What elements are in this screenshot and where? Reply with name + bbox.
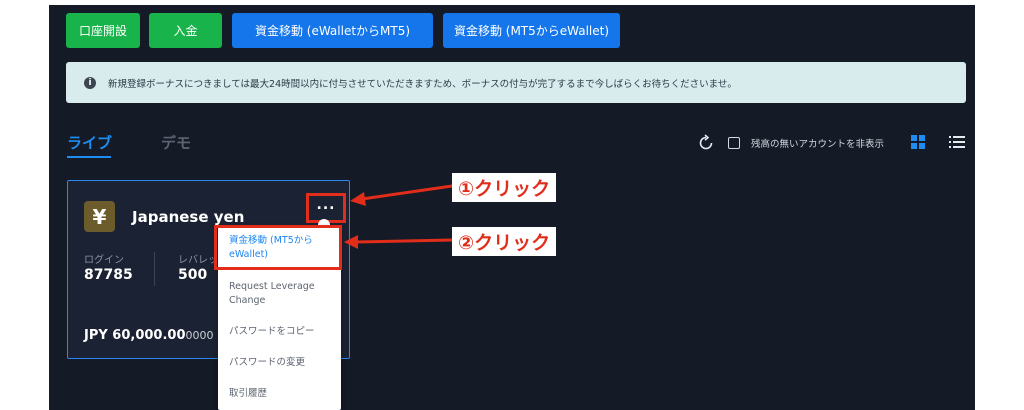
menu-item-transfer-to-ewallet[interactable]: 資金移動 (MT5から eWallet) (229, 234, 313, 262)
login-value: 87785 (84, 267, 133, 283)
transfer-to-ewallet-button[interactable]: 資金移動 (MT5からeWallet) (443, 13, 620, 48)
stat-divider (154, 252, 155, 286)
tab-live[interactable]: ライブ (67, 132, 112, 153)
refresh-icon[interactable] (697, 134, 715, 152)
step2-callout: ②クリック (452, 227, 557, 256)
account-balance: JPY 60,000.000000 (84, 328, 214, 343)
transfer-to-mt5-button[interactable]: 資金移動 (eWalletからMT5) (232, 13, 433, 48)
login-label: ログイン (84, 255, 124, 266)
hide-zero-balance-checkbox[interactable] (728, 137, 740, 149)
menu-item-request-leverage-change[interactable]: Request Leverage Change (229, 280, 315, 308)
account-currency-name: Japanese yen (132, 208, 245, 226)
open-account-button[interactable]: 口座開設 (66, 13, 140, 48)
notice-text: 新規登録ボーナスにつきましては最大24時間以内に付与させていただきますため、ボー… (108, 78, 737, 90)
deposit-button[interactable]: 入金 (149, 13, 222, 48)
step1-callout: ①クリック (452, 173, 557, 202)
yen-currency-icon: ¥ (84, 201, 115, 232)
menu-item-copy-password[interactable]: パスワードをコピー (229, 325, 315, 339)
bonus-notice: i 新規登録ボーナスにつきましては最大24時間以内に付与させていただきますため、… (66, 62, 966, 103)
list-view-icon[interactable] (949, 135, 965, 149)
grid-view-icon[interactable] (911, 135, 925, 149)
leverage-label: レバレッ (178, 255, 218, 266)
hide-zero-balance-label: 残高の無いアカウントを非表示 (751, 139, 885, 150)
account-options-menu: 資金移動 (MT5から eWallet) Request Leverage Ch… (218, 226, 341, 410)
tab-demo[interactable]: デモ (161, 132, 191, 153)
menu-item-trade-history[interactable]: 取引履歴 (229, 387, 267, 401)
balance-main: JPY 60,000.00 (84, 328, 186, 343)
ellipsis-icon: ... (316, 197, 336, 213)
menu-item-change-password[interactable]: パスワードの変更 (229, 356, 305, 370)
tab-live-underline (67, 156, 111, 158)
app-window: 口座開設 入金 資金移動 (eWalletからMT5) 資金移動 (MT5からe… (49, 5, 975, 410)
leverage-value: 500 (178, 267, 208, 283)
balance-tail: 0000 (185, 329, 214, 342)
info-icon: i (84, 76, 96, 89)
